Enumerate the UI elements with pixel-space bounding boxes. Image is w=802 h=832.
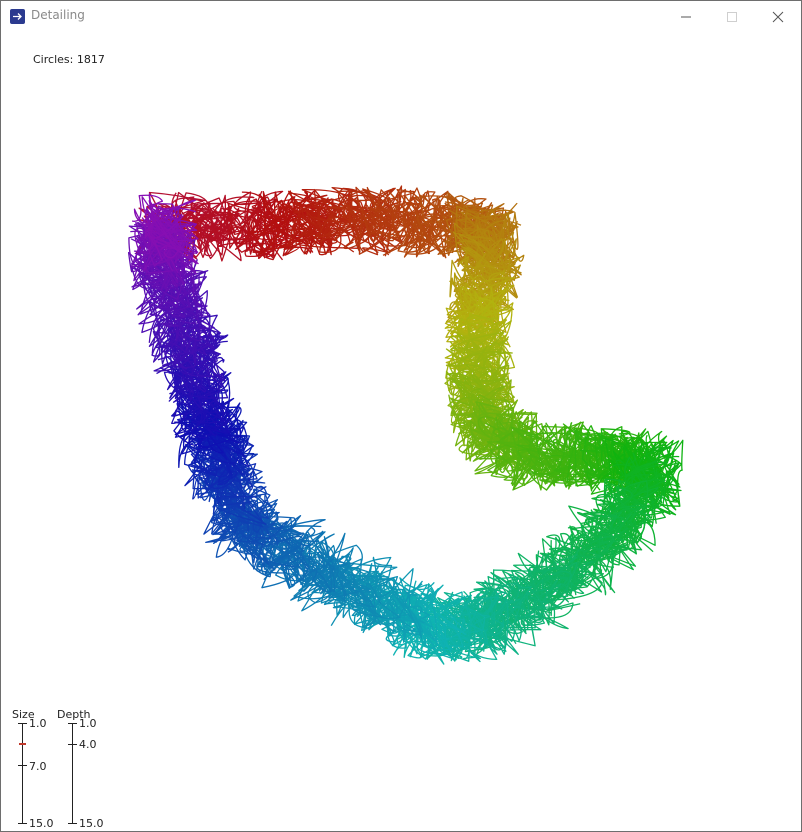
size-tick-label-mid: 7.0 xyxy=(29,760,47,773)
depth-tick-label-max: 15.0 xyxy=(79,817,104,830)
depth-tick-max xyxy=(68,823,77,824)
size-tick-min xyxy=(18,723,27,724)
size-slider-thumb[interactable] xyxy=(19,743,26,745)
depth-tick-label-mid: 4.0 xyxy=(79,738,97,751)
depth-tick-min xyxy=(68,723,77,724)
size-tick-label-min: 1.0 xyxy=(29,717,47,730)
depth-tick-label-min: 1.0 xyxy=(79,717,97,730)
size-slider-track[interactable] xyxy=(22,723,23,823)
size-tick-mid xyxy=(18,765,27,766)
app-window: Detailing Circles: 1817 Size 1.0 7.0 15.… xyxy=(0,0,802,832)
size-tick-label-max: 15.0 xyxy=(29,817,54,830)
fractal-canvas[interactable] xyxy=(1,1,801,831)
depth-tick-mid xyxy=(68,744,77,745)
size-tick-max xyxy=(18,823,27,824)
depth-slider-track[interactable] xyxy=(72,723,73,823)
